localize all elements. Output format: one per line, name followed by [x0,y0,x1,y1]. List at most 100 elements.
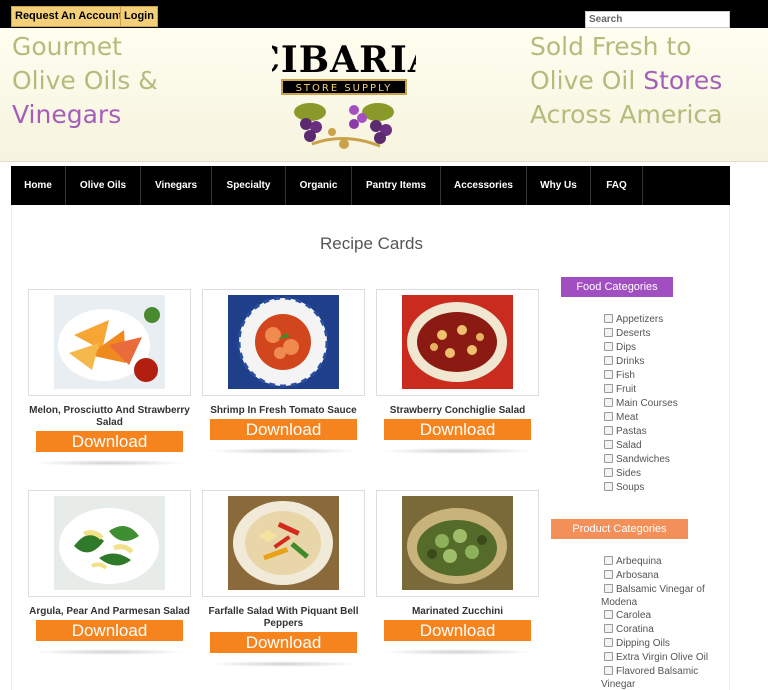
food-category-item[interactable]: Salad [604,439,678,453]
checkbox[interactable] [604,328,613,337]
checkbox[interactable] [604,356,613,365]
nav-olive-oils[interactable]: Olive Oils [66,166,141,205]
category-label: Dipping Oils [616,638,670,649]
nav-specialty[interactable]: Specialty [212,166,286,205]
checkbox[interactable] [604,440,613,449]
nav-organic[interactable]: Organic [286,166,352,205]
checkbox[interactable] [604,370,613,379]
download-button[interactable]: Download [36,431,183,452]
category-label: Drinks [616,356,645,367]
checkbox[interactable] [604,468,613,477]
card-shadow [380,649,535,655]
checkbox[interactable] [604,638,613,647]
recipe-card: Shrimp In Fresh Tomato Sauce Download [202,289,365,454]
checkbox[interactable] [604,454,613,463]
product-category-list: Arbequina Arbosana Balsamic Vinegar of M… [601,555,726,690]
product-category-item[interactable]: Balsamic Vinegar of Modena [601,583,726,609]
banner-right-line3: Across America [530,100,723,129]
banner-right-line2b: Stores [643,66,723,95]
food-category-item[interactable]: Dips [604,341,678,355]
recipe-image-arugula[interactable] [28,490,191,597]
checkbox[interactable] [604,412,613,421]
recipe-title: Argula, Pear And Parmesan Salad [29,606,190,617]
nav-pantry-items[interactable]: Pantry Items [352,166,441,205]
checkbox[interactable] [604,610,613,619]
product-category-item[interactable]: Arbosana [601,569,726,583]
checkbox[interactable] [604,342,613,351]
category-label: Meat [616,412,639,423]
main-nav: Home Olive Oils Vinegars Specialty Organ… [11,166,730,205]
nav-faq[interactable]: FAQ [591,166,643,205]
nav-vinegars[interactable]: Vinegars [141,166,212,205]
checkbox[interactable] [604,482,613,491]
category-label: Arbosana [616,570,659,581]
checkbox[interactable] [604,584,613,593]
food-category-item[interactable]: Deserts [604,327,678,341]
recipe-title: Farfalle Salad With Piquant Bell Peppers [208,606,359,629]
category-label: Salad [616,440,642,451]
product-category-item[interactable]: Dipping Oils [601,637,726,651]
download-button[interactable]: Download [384,620,531,641]
login-button[interactable]: Login [120,6,158,27]
recipe-card: Farfalle Salad With Piquant Bell Peppers… [202,490,365,667]
checkbox[interactable] [604,426,613,435]
recipe-image-zucchini[interactable] [376,490,539,597]
food-category-item[interactable]: Drinks [604,355,678,369]
food-category-item[interactable]: Appetizers [604,313,678,327]
product-category-item[interactable]: Flavored Balsamic Vinegar [601,665,726,690]
food-category-item[interactable]: Fish [604,369,678,383]
category-label: Sandwiches [616,454,670,465]
product-category-item[interactable]: Carolea [601,609,726,623]
download-button[interactable]: Download [36,620,183,641]
product-category-item[interactable]: Arbequina [601,555,726,569]
search-input[interactable]: Search [585,11,730,28]
card-shadow [32,460,187,466]
category-label: Deserts [616,328,651,339]
checkbox[interactable] [604,652,613,661]
category-label: Appetizers [616,314,664,325]
recipe-image-melon[interactable] [28,289,191,396]
food-categories-heading: Food Categories [561,277,673,297]
recipe-image-farfalle[interactable] [202,490,365,597]
product-category-item[interactable]: Extra Virgin Olive Oil [601,651,726,665]
category-label: Fruit [616,384,636,395]
checkbox[interactable] [604,398,613,407]
food-category-item[interactable]: Sides [604,467,678,481]
food-category-item[interactable]: Fruit [604,383,678,397]
page-title: Recipe Cards [320,234,423,253]
nav-why-us[interactable]: Why Us [527,166,591,205]
checkbox[interactable] [604,624,613,633]
food-category-item[interactable]: Sandwiches [604,453,678,467]
checkbox[interactable] [604,314,613,323]
checkbox[interactable] [604,570,613,579]
food-category-item[interactable]: Soups [604,481,678,495]
checkbox[interactable] [604,556,613,565]
recipe-title: Shrimp In Fresh Tomato Sauce [210,405,357,416]
food-category-item[interactable]: Meat [604,411,678,425]
category-label: Main Courses [616,398,678,409]
download-button[interactable]: Download [210,419,357,440]
banner-left-line2: Olive Oils & [12,66,158,95]
recipe-image-shrimp[interactable] [202,289,365,396]
food-category-list: Appetizers Deserts Dips Drinks Fish Frui… [604,313,678,495]
recipe-card: Argula, Pear And Parmesan Salad Download [28,490,191,655]
banner-left-line3: Vinegars [12,100,122,129]
category-label: Pastas [616,426,647,437]
food-category-item[interactable]: Pastas [604,425,678,439]
category-label: Extra Virgin Olive Oil [616,652,709,663]
logo-subtitle: STORE SUPPLY [296,83,393,94]
recipe-image-conchiglie[interactable] [376,289,539,396]
checkbox[interactable] [604,384,613,393]
food-category-item[interactable]: Main Courses [604,397,678,411]
card-shadow [206,448,361,454]
cibaria-logo[interactable]: CIBARIA STORE SUPPLY [251,32,436,154]
checkbox[interactable] [604,666,613,675]
download-button[interactable]: Download [210,632,357,653]
product-category-item[interactable]: Coratina [601,623,726,637]
request-account-button[interactable]: Request An Account [11,6,127,27]
download-button[interactable]: Download [384,419,531,440]
nav-accessories[interactable]: Accessories [441,166,527,205]
product-categories-heading: Product Categories [551,519,688,539]
nav-home[interactable]: Home [11,166,66,205]
recipe-card: Melon, Prosciutto And Strawberry Salad D… [28,289,191,466]
